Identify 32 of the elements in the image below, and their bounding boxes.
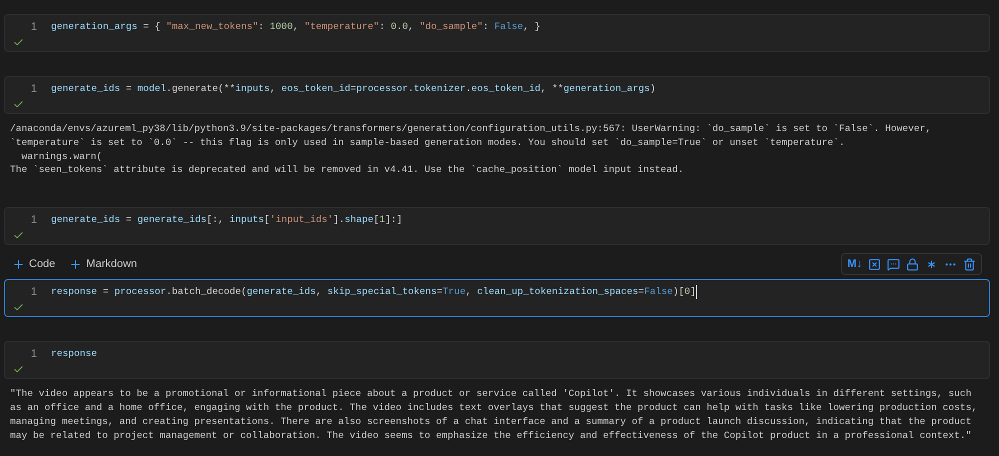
line-number: 1 [30,82,38,97]
comment-icon[interactable] [887,258,900,271]
output-line: warnings.warn( [20,150,102,164]
plus-icon [12,258,25,271]
code-line: response = processor.batch_decode(generate_ids, skip_special_tokens=True, clean_up_tokenization_spaces=False)[0] [51,284,697,300]
line-number: 1 [30,20,38,35]
output-line: The `seen_tokens` attribute is deprecated and will be removed in v4.41. Use the `cache_position` model input instead. [10,163,684,178]
code-line: response [51,346,98,361]
output-line: as an office and a home office, engaging with the product. The video includes text overlays that suggest the product can help with tasks like lowering production costs, [10,400,978,415]
output-line: "The video appears to be a promotional or informational piece about a product or service called 'Copilot'. It showcases various individuals in different settings, such [10,387,972,401]
code-cell[interactable]: 1 generation_args = { "max_new_tokens": 1000, "temperature": 0.0, "do_sample": False, } [4,14,990,52]
output-line: managing meetings, and creating presentations. There are also screenshots of a chat interface and a summary of a product launch discussion, indicating that the product [10,414,972,429]
code-cell[interactable]: 1 generate_ids = generate_ids[:, inputs['input_ids'].shape[1]:] [4,207,990,246]
line-number: 1 [30,212,38,228]
lock-icon[interactable] [906,258,919,271]
plus-icon [69,258,82,271]
line-number: 1 [30,284,38,300]
add-cell-button[interactable]: Code [12,256,56,272]
output-line: `temperature` is set to `0.0` -- this flag is only used in sample-based generation modes. You should set `do_sample=True` or unset `temperature`. [10,136,845,150]
code-line: generate_ids = model.generate(**inputs, eos_token_id=processor.tokenizer.eos_token_id, **generation_args) [51,82,656,96]
code-cell[interactable]: 1 response = processor.batch_decode(generate_ids, skip_special_tokens=True, clean_up_tokenization_spaces=False)[0] [4,279,990,318]
output-line: /anaconda/envs/azureml_py38/lib/python3.9/site-packages/transformers/generation/configuration_utils.py:567: UserWarning: `do_sample` is set to `False`. However, [10,122,932,136]
split-cell-icon[interactable] [868,258,881,271]
trash-icon[interactable] [963,258,976,271]
add-cell-button[interactable]: Markdown [69,256,138,272]
markdown-toggle[interactable]: M↓ [847,258,862,270]
code-line: generate_ids = generate_ids[:, inputs['input_ids'].shape[1]:] [51,212,402,227]
output-line: may be related to project management or collaboration. The video seems to emphasize the efficiency and effectiveness of the Copilot product in a professional context." [10,428,972,442]
code-line: generation_args = { "max_new_tokens": 1000, "temperature": 0.0, "do_sample": False, } [51,20,540,34]
line-number: 1 [30,346,38,362]
code-cell[interactable]: 1 generate_ids = model.generate(**inputs, eos_token_id=processor.tokenizer.eos_token_id, **generation_args) [4,76,990,114]
code-cell[interactable]: 1 response [4,341,990,380]
